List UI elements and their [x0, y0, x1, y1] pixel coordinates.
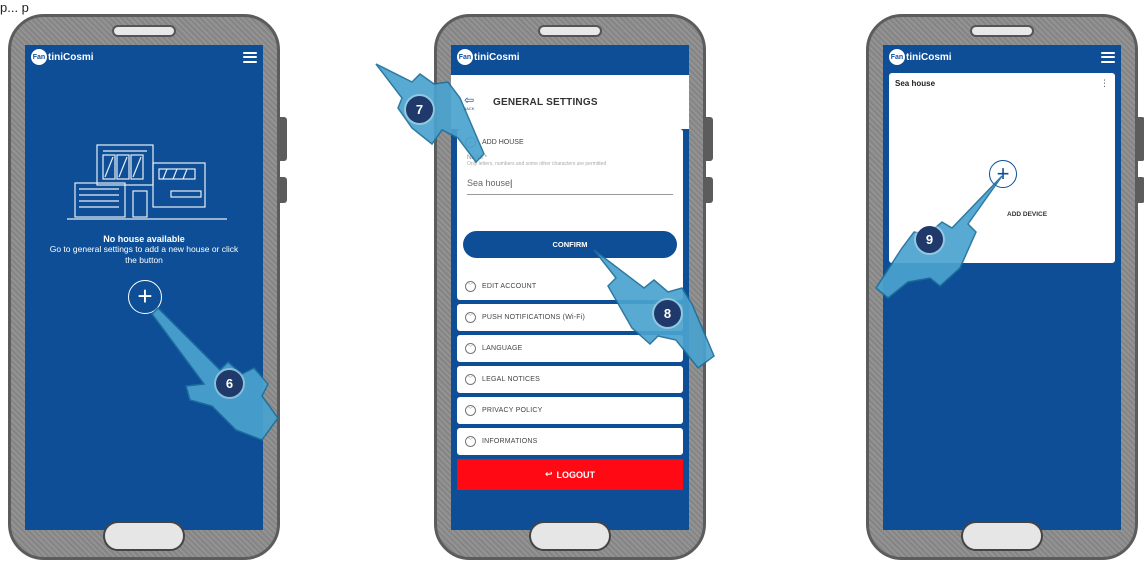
speaker [538, 25, 602, 37]
add-house-header[interactable]: ︿ ADD HOUSE [457, 129, 683, 155]
back-button[interactable]: ⇦ BACK [459, 94, 479, 111]
app-bar: Fan tiniCosmi [883, 45, 1121, 69]
page-title: GENERAL SETTINGS [493, 96, 598, 108]
step-badge-9: 9 [916, 226, 943, 253]
confirm-button[interactable]: CONFIRM [463, 231, 677, 258]
chevron-down-icon: ﹀ [465, 312, 476, 323]
chevron-up-icon: ︿ [465, 136, 476, 148]
caption-fragment: p... p [0, 0, 29, 15]
name-field-hint: Only letters, numbers and some other cha… [467, 161, 607, 167]
settings-item-edit-account[interactable]: ﹀ EDIT ACCOUNT [457, 273, 683, 300]
settings-item-push-notifications[interactable]: ﹀ PUSH NOTIFICATIONS (Wi-Fi) [457, 304, 683, 331]
brand-logo: Fan tiniCosmi [31, 49, 94, 65]
settings-header: ⇦ BACK GENERAL SETTINGS [451, 75, 689, 129]
logout-button[interactable]: ↩ LOGOUT [457, 459, 683, 490]
app-bar: Fan tiniCosmi [25, 45, 263, 69]
screen-3: Fan tiniCosmi Sea house ⋮ + ADD DEVICE [883, 45, 1121, 530]
kebab-menu-icon[interactable]: ⋮ [1100, 78, 1109, 89]
house-illustration [67, 144, 227, 220]
add-device-button[interactable]: + [989, 160, 1017, 188]
speaker [970, 25, 1034, 37]
empty-text: Go to general settings to add a new hous… [49, 244, 239, 265]
phone-3: Fan tiniCosmi Sea house ⋮ + ADD DEVICE [866, 14, 1144, 560]
step-badge-8: 8 [654, 300, 681, 327]
side-button [279, 177, 287, 203]
step-badge-7: 7 [406, 96, 433, 123]
settings-item-privacy-policy[interactable]: ﹀ PRIVACY POLICY [457, 397, 683, 424]
side-button [279, 117, 287, 161]
home-button[interactable] [529, 521, 611, 551]
chevron-down-icon: ﹀ [465, 374, 476, 385]
side-button [1137, 177, 1144, 203]
home-button[interactable] [961, 521, 1043, 551]
step-badge-6: 6 [216, 370, 243, 397]
phone-2: Fan tiniCosmi ⇦ BACK GENERAL SETTINGS ︿ … [434, 14, 713, 560]
brand-logo: Fan tiniCosmi [457, 49, 520, 65]
settings-item-legal-notices[interactable]: ﹀ LEGAL NOTICES [457, 366, 683, 393]
screen-2: Fan tiniCosmi ⇦ BACK GENERAL SETTINGS ︿ … [451, 45, 689, 530]
chevron-down-icon: ﹀ [465, 343, 476, 354]
house-name-input[interactable]: Sea house| [467, 178, 673, 195]
phone-1: Fan tiniCosmi No house available Go to g… [8, 14, 287, 560]
house-name: Sea house [895, 79, 936, 88]
screen-1: Fan tiniCosmi No house available Go to g… [25, 45, 263, 530]
side-button [705, 117, 713, 161]
logout-icon: ↩ [544, 469, 553, 479]
speaker [112, 25, 176, 37]
back-arrow-icon: ⇦ [463, 92, 475, 107]
chevron-down-icon: ﹀ [465, 405, 476, 416]
chevron-down-icon: ﹀ [465, 436, 476, 447]
side-button [1137, 117, 1144, 161]
app-bar: Fan tiniCosmi [451, 45, 689, 69]
menu-icon[interactable] [1101, 51, 1115, 63]
brand-logo: Fan tiniCosmi [889, 49, 952, 65]
settings-item-informations[interactable]: ﹀ INFORMATIONS [457, 428, 683, 455]
chevron-down-icon: ﹀ [465, 281, 476, 292]
empty-title: No house available [103, 234, 185, 244]
add-device-label: ADD DEVICE [1007, 211, 1048, 218]
home-button[interactable] [103, 521, 185, 551]
add-house-button[interactable]: + [128, 280, 162, 314]
settings-item-language[interactable]: ﹀ LANGUAGE [457, 335, 683, 362]
side-button [705, 177, 713, 203]
menu-icon[interactable] [243, 51, 257, 63]
